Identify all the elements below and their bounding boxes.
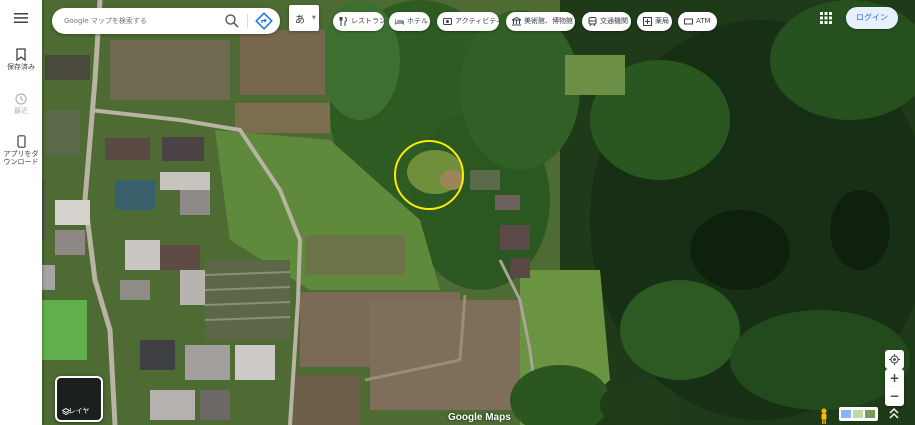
chip-pharmacy[interactable]: 薬局 (637, 12, 672, 31)
chip-label: ホテル (407, 17, 428, 25)
imagery-thumbnails[interactable] (839, 407, 878, 421)
zoom-out-button[interactable]: − (885, 387, 904, 406)
terrain-thumbnail[interactable] (853, 410, 863, 418)
saved-button[interactable]: 保存済み (0, 48, 42, 71)
caret-down-icon: ▼ (312, 15, 316, 21)
expand-icon[interactable] (886, 406, 902, 422)
saved-label: 保存済み (7, 63, 35, 71)
chip-museums[interactable]: 美術館、博物館 (506, 12, 575, 31)
download-app-label: アプリをダウンロード (3, 150, 39, 166)
chip-activities[interactable]: アクティビティ (437, 12, 503, 31)
search-input[interactable] (64, 14, 214, 28)
recent-button[interactable]: 最近 (0, 93, 42, 115)
chip-label: アクティビティ (455, 17, 503, 25)
search-divider (247, 14, 248, 28)
download-app-button[interactable]: アプリをダウンロード (0, 135, 42, 166)
left-rail: 保存済み 最近 アプリをダウンロード (0, 0, 42, 425)
chip-label: 美術館、博物館 (524, 17, 573, 25)
search-icon[interactable] (224, 13, 240, 29)
main-menu-button[interactable] (0, 12, 42, 26)
directions-icon[interactable] (255, 12, 273, 30)
my-location-button[interactable] (885, 350, 904, 369)
chip-hotels[interactable]: ホテル (389, 12, 430, 31)
pharmacy-icon (643, 17, 652, 26)
activity-icon (443, 18, 452, 25)
atm-icon (684, 18, 693, 25)
chip-label: 交通機関 (600, 17, 628, 25)
my-location-icon (889, 354, 900, 365)
map-thumbnail[interactable] (841, 410, 851, 418)
satellite-thumbnail[interactable] (865, 410, 875, 418)
highlight-circle-marker (394, 140, 464, 210)
chip-transit[interactable]: 交通機関 (582, 12, 631, 31)
zoom-in-button[interactable]: + (885, 369, 904, 388)
chip-label: 薬局 (655, 17, 669, 25)
history-icon (15, 93, 27, 105)
museum-icon (512, 17, 521, 26)
layers-button[interactable]: レイヤ (55, 376, 103, 422)
hamburger-menu-icon (14, 13, 28, 23)
apps-grid-icon[interactable] (818, 10, 834, 26)
restaurant-icon (339, 17, 347, 26)
input-method-button[interactable]: あ ▼ (289, 5, 319, 31)
layers-label: レイヤ (68, 407, 90, 415)
search-box (52, 8, 280, 34)
input-method-label: あ (295, 15, 305, 26)
chip-atm[interactable]: ATM (678, 12, 717, 31)
chip-label: レストラン (351, 17, 386, 25)
bookmark-icon (16, 48, 26, 61)
chip-restaurants[interactable]: レストラン (333, 12, 386, 31)
signin-button[interactable]: ログイン (846, 7, 898, 29)
transit-icon (588, 17, 597, 26)
recent-label: 最近 (14, 107, 28, 115)
satellite-map-imagery[interactable] (0, 0, 915, 425)
google-maps-attribution: Google Maps (448, 412, 511, 423)
hotel-icon (395, 19, 404, 25)
chip-label: ATM (696, 17, 711, 25)
pegman-icon[interactable] (818, 408, 830, 424)
phone-icon (16, 135, 26, 148)
